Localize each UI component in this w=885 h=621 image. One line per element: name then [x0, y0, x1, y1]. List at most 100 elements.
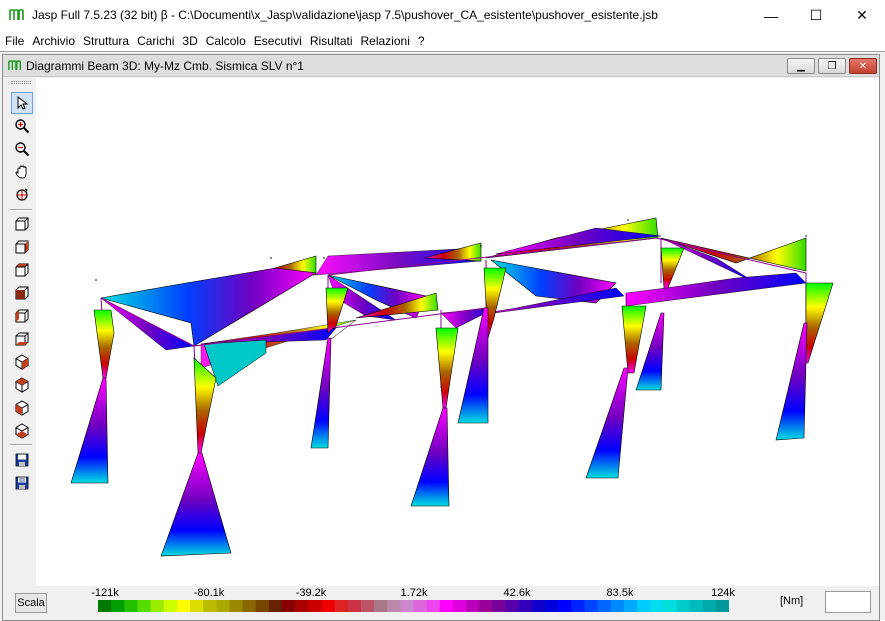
- color-scale-swatch: [439, 600, 454, 612]
- menu-archivio[interactable]: Archivio: [27, 31, 78, 51]
- view-toolbar: [3, 78, 35, 582]
- close-button[interactable]: ✕: [839, 0, 885, 31]
- floppy-alt-icon: [15, 476, 29, 490]
- column-diagram: [805, 282, 834, 364]
- child-minimize-button[interactable]: ▁: [787, 58, 815, 74]
- scale-tick-label: 124k: [711, 587, 735, 599]
- scala-button[interactable]: Scala: [15, 593, 47, 613]
- column-diagram: [457, 307, 489, 424]
- menu-esecutivi[interactable]: Esecutivi: [249, 31, 305, 51]
- scale-tick-label: 1.72k: [400, 587, 428, 599]
- color-scale-swatch: [689, 600, 704, 612]
- color-scale-swatch: [216, 600, 230, 612]
- menu-3d[interactable]: 3D: [177, 31, 200, 51]
- color-scale-swatch: [400, 600, 414, 612]
- menu-risultati[interactable]: Risultati: [305, 31, 356, 51]
- color-scale-swatch: [124, 600, 138, 612]
- cube-iso-3-icon: [15, 400, 29, 416]
- color-scale-swatch: [190, 600, 204, 612]
- application-window: Jasp Full 7.5.23 (32 bit) β - C:\Documen…: [0, 0, 885, 621]
- unit-label: [Nm]: [780, 595, 804, 607]
- floppy-icon: [15, 453, 29, 467]
- color-scale-swatch: [137, 600, 151, 612]
- color-scale-swatch: [387, 600, 401, 612]
- beam-diagram: [625, 272, 807, 307]
- color-scale-swatch: [558, 600, 572, 612]
- color-scale-swatch: [334, 600, 349, 612]
- color-scale-swatch: [531, 600, 546, 612]
- child-window-title: Diagrammi Beam 3D: My-Mz Cmb. Sismica SL…: [26, 59, 304, 73]
- cube-left-icon: [15, 309, 29, 323]
- save-as-tool[interactable]: [11, 472, 33, 494]
- color-scale-swatch: [466, 600, 480, 612]
- menu-calcolo[interactable]: Calcolo: [201, 31, 249, 51]
- view-3d-back-tool[interactable]: [11, 282, 33, 304]
- view-iso-2-tool[interactable]: [11, 374, 33, 396]
- toolbar-grip[interactable]: [11, 81, 31, 84]
- view-3d-bottom-tool[interactable]: [11, 328, 33, 350]
- cube-bottom-icon: [15, 332, 29, 346]
- color-scale-swatch: [374, 600, 388, 612]
- column-diagram: [160, 452, 232, 557]
- column-diagram: [660, 247, 685, 289]
- pan-tool[interactable]: [11, 161, 33, 183]
- scale-tick-label: -80.1k: [193, 587, 225, 599]
- scale-value-input[interactable]: [825, 591, 871, 613]
- color-scale-strip: [98, 600, 729, 612]
- maximize-button[interactable]: ☐: [793, 0, 839, 31]
- diagram-canvas[interactable]: [36, 78, 879, 586]
- color-scale-swatch: [426, 600, 441, 612]
- child-title-bar[interactable]: Diagrammi Beam 3D: My-Mz Cmb. Sismica SL…: [3, 55, 879, 77]
- color-scale-swatch: [321, 600, 336, 612]
- rotate-tool[interactable]: [11, 184, 33, 206]
- menu-help[interactable]: ?: [413, 31, 428, 51]
- title-bar[interactable]: Jasp Full 7.5.23 (32 bit) β - C:\Documen…: [0, 0, 885, 31]
- color-scale-swatch: [98, 600, 112, 612]
- color-scale-swatch: [650, 600, 664, 612]
- view-3d-left-tool[interactable]: [11, 305, 33, 327]
- color-scale-swatch: [242, 600, 257, 612]
- view-iso-3-tool[interactable]: [11, 397, 33, 419]
- color-scale-swatch: [360, 600, 375, 612]
- view-iso-4-tool[interactable]: [11, 420, 33, 442]
- color-scale-swatch: [282, 600, 296, 612]
- select-tool[interactable]: [11, 92, 33, 114]
- color-scale-swatch: [610, 600, 625, 612]
- color-scale-swatch: [571, 600, 585, 612]
- save-tool[interactable]: [11, 449, 33, 471]
- cube-iso-4-icon: [15, 423, 29, 439]
- zoom-in-tool[interactable]: [11, 115, 33, 137]
- cube-front-icon: [15, 217, 29, 231]
- column-diagram: [70, 377, 109, 484]
- color-scale-swatch: [150, 600, 165, 612]
- diagram-child-window: Diagrammi Beam 3D: My-Mz Cmb. Sismica SL…: [2, 54, 880, 621]
- child-close-button[interactable]: ✕: [849, 58, 877, 74]
- menu-struttura[interactable]: Struttura: [78, 31, 132, 51]
- color-scale-swatch: [597, 600, 612, 612]
- zoom-out-icon: [15, 142, 30, 157]
- jasp-logo-icon: [9, 9, 24, 20]
- zoom-in-icon: [15, 119, 30, 134]
- zoom-out-tool[interactable]: [11, 138, 33, 160]
- color-scale-swatch: [176, 600, 191, 612]
- minimize-button[interactable]: —: [748, 0, 794, 31]
- menu-relazioni[interactable]: Relazioni: [356, 31, 413, 51]
- view-3d-right-tool[interactable]: [11, 236, 33, 258]
- close-icon: ✕: [858, 60, 868, 72]
- arrow-cursor-icon: [17, 95, 29, 110]
- view-iso-1-tool[interactable]: [11, 351, 33, 373]
- close-icon: ✕: [856, 7, 868, 23]
- maximize-icon: ☐: [809, 7, 823, 23]
- view-3d-top-tool[interactable]: [11, 259, 33, 281]
- view-3d-front-tool[interactable]: [11, 213, 33, 235]
- menu-file[interactable]: File: [0, 31, 27, 51]
- child-restore-button[interactable]: ❐: [818, 58, 846, 74]
- color-scale-swatch: [584, 600, 598, 612]
- jasp-logo-icon: [8, 60, 21, 70]
- color-scale-swatch: [676, 600, 690, 612]
- color-scale-swatch: [295, 600, 309, 612]
- cube-back-icon: [15, 286, 29, 300]
- color-scale-swatch: [268, 600, 283, 612]
- menu-carichi[interactable]: Carichi: [132, 31, 177, 51]
- rotate-icon: [16, 188, 28, 201]
